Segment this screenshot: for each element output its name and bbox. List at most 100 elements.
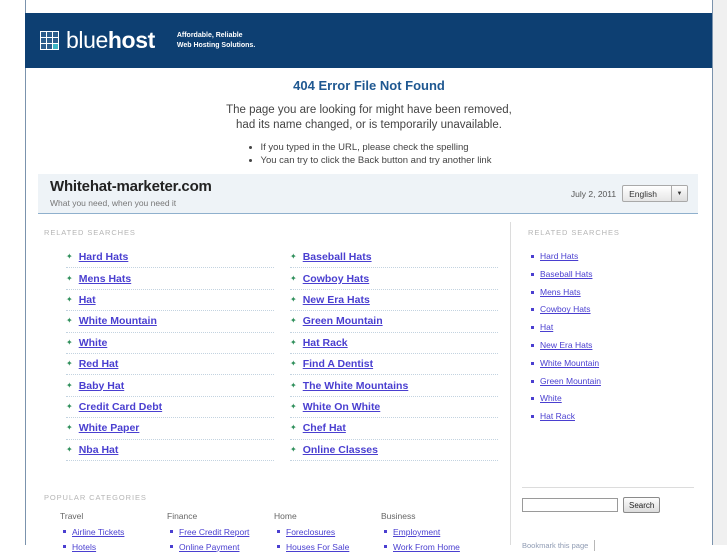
list-item[interactable]: Hard Hats <box>531 248 698 266</box>
list-item[interactable]: ✦ Green Mountain <box>290 311 498 333</box>
page-subtitle: What you need, when you need it <box>50 198 177 208</box>
sidebar-search-link[interactable]: Hat Rack <box>540 411 575 421</box>
list-item[interactable]: ✦ Credit Card Debt <box>66 397 274 419</box>
category-link[interactable]: Foreclosures <box>286 527 335 537</box>
arrow-bullet-icon: ✦ <box>66 316 73 326</box>
list-item[interactable]: ✦ Red Hat <box>66 354 274 376</box>
list-item[interactable]: ✦ Baseball Hats <box>290 247 498 269</box>
sidebar-search-link[interactable]: Baseball Hats <box>540 269 592 279</box>
related-search-link[interactable]: The White Mountains <box>303 380 409 392</box>
list-item[interactable]: Online Payment <box>170 541 274 554</box>
related-search-link[interactable]: Online Classes <box>303 444 378 456</box>
list-item[interactable]: ✦ Online Classes <box>290 440 498 461</box>
list-item[interactable]: ✦ Hat <box>66 290 274 312</box>
related-search-link[interactable]: White Paper <box>79 422 140 434</box>
list-item[interactable]: Foreclosures <box>277 526 381 539</box>
sidebar-search-link[interactable]: Hat <box>540 322 553 332</box>
arrow-bullet-icon: ✦ <box>66 337 73 347</box>
list-item[interactable]: Baseball Hats <box>531 266 698 284</box>
list-item[interactable]: ✦ Baby Hat <box>66 375 274 397</box>
list-item[interactable]: Cowboy Hats <box>531 301 698 319</box>
sidebar-related-searches-label: RELATED SEARCHES <box>528 228 620 237</box>
sidebar-search-link[interactable]: New Era Hats <box>540 340 592 350</box>
related-search-link[interactable]: Find A Dentist <box>303 358 373 370</box>
page-left-gutter <box>0 0 25 545</box>
brand-tagline-line1: Affordable, Reliable <box>176 31 243 39</box>
related-search-link[interactable]: White On White <box>303 401 381 413</box>
arrow-bullet-icon: ✦ <box>290 316 297 326</box>
sidebar-search-link[interactable]: Mens Hats <box>540 287 581 297</box>
list-item[interactable]: ✦ Mens Hats <box>66 268 274 290</box>
related-search-link[interactable]: Baseball Hats <box>303 251 372 263</box>
list-item[interactable]: Hat Rack <box>531 408 698 426</box>
list-item[interactable]: White <box>531 390 698 408</box>
related-search-link[interactable]: Hat <box>79 294 96 306</box>
list-item[interactable]: ✦ Hat Rack <box>290 333 498 354</box>
list-item[interactable]: Hat <box>531 319 698 337</box>
list-item[interactable]: ✦ Chef Hat <box>290 418 498 440</box>
list-item[interactable]: Employment <box>384 526 488 539</box>
list-item[interactable]: Green Mountain <box>531 373 698 391</box>
domain-header-panel: Whitehat-marketer.com What you need, whe… <box>38 174 698 214</box>
arrow-bullet-icon: ✦ <box>290 423 297 433</box>
related-search-link[interactable]: White Mountain <box>79 315 157 327</box>
arrow-bullet-icon: ✦ <box>66 401 73 411</box>
category-link[interactable]: Hotels <box>72 542 96 552</box>
brand-tagline: Affordable, Reliable Web Hosting Solutio… <box>177 31 255 51</box>
error-description-line2: had its name changed, or is temporarily … <box>236 119 502 131</box>
list-item[interactable]: ✦ Hard Hats <box>66 247 274 269</box>
list-item: If you typed in the URL, please check th… <box>261 141 492 154</box>
related-search-link[interactable]: Red Hat <box>79 358 119 370</box>
related-search-link[interactable]: Green Mountain <box>303 315 383 327</box>
list-item[interactable]: ✦ Nba Hat <box>66 440 274 461</box>
category-link[interactable]: Online Payment <box>179 542 239 552</box>
related-search-link[interactable]: New Era Hats <box>303 294 370 306</box>
related-search-link[interactable]: Baby Hat <box>79 380 125 392</box>
sidebar-search-link[interactable]: White Mountain <box>540 358 599 368</box>
sidebar-search-link[interactable]: Hard Hats <box>540 251 578 261</box>
list-item[interactable]: ✦ Find A Dentist <box>290 354 498 376</box>
list-item[interactable]: Free Credit Report <box>170 526 274 539</box>
list-item[interactable]: ✦ White Paper <box>66 418 274 440</box>
bookmark-page-link[interactable]: Bookmark this page <box>522 541 588 550</box>
related-search-link[interactable]: Credit Card Debt <box>79 401 162 413</box>
sidebar-search-link[interactable]: Green Mountain <box>540 376 601 386</box>
related-search-link[interactable]: White <box>79 337 108 349</box>
category-link[interactable]: Airline Tickets <box>72 527 124 537</box>
list-item[interactable]: ✦ White On White <box>290 397 498 419</box>
list-item[interactable]: Airline Tickets <box>63 526 167 539</box>
list-item[interactable]: White Mountain <box>531 355 698 373</box>
search-input[interactable] <box>522 498 618 512</box>
related-search-link[interactable]: Hat Rack <box>303 337 348 349</box>
related-search-link[interactable]: Chef Hat <box>303 422 346 434</box>
related-search-link[interactable]: Nba Hat <box>79 444 119 456</box>
arrow-bullet-icon: ✦ <box>66 359 73 369</box>
list-item[interactable]: ✦ White <box>66 333 274 354</box>
list-item[interactable]: ✦ Cowboy Hats <box>290 268 498 290</box>
error-suggestion-list: If you typed in the URL, please check th… <box>247 141 492 167</box>
list-item[interactable]: Hotels <box>63 541 167 554</box>
category-link[interactable]: Employment <box>393 527 440 537</box>
related-search-link[interactable]: Cowboy Hats <box>303 273 370 285</box>
list-item[interactable]: Houses For Sale <box>277 541 381 554</box>
brand-logo-text[interactable]: bluehost <box>66 29 155 52</box>
list-item[interactable]: New Era Hats <box>531 337 698 355</box>
arrow-bullet-icon: ✦ <box>290 273 297 283</box>
list-item[interactable]: ✦ White Mountain <box>66 311 274 333</box>
category-heading: Travel <box>60 511 84 521</box>
language-select[interactable]: English ▼ <box>622 185 688 202</box>
list-item[interactable]: Mens Hats <box>531 284 698 302</box>
related-searches-column-right: ✦ Baseball Hats ✦ Cowboy Hats ✦ New Era Hat… <box>290 247 498 461</box>
related-search-link[interactable]: Hard Hats <box>79 251 129 263</box>
related-search-link[interactable]: Mens Hats <box>79 273 132 285</box>
search-button[interactable]: Search <box>623 497 661 513</box>
category-link[interactable]: Free Credit Report <box>179 527 249 537</box>
list-item[interactable]: Work From Home <box>384 541 488 554</box>
category-link[interactable]: Houses For Sale <box>286 542 349 552</box>
sidebar-search-link[interactable]: White <box>540 393 562 403</box>
list-item[interactable]: ✦ The White Mountains <box>290 375 498 397</box>
sidebar-search-link[interactable]: Cowboy Hats <box>540 304 591 314</box>
category-link[interactable]: Work From Home <box>393 542 460 552</box>
list-item[interactable]: ✦ New Era Hats <box>290 290 498 312</box>
arrow-bullet-icon: ✦ <box>66 294 73 304</box>
